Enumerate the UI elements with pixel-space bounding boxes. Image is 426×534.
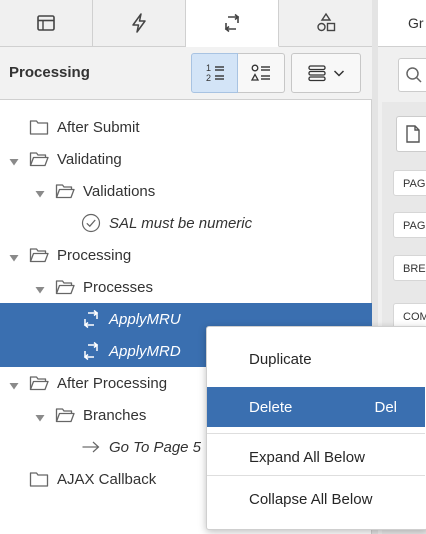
right-panel-tab-label: Gr [408,15,424,31]
view-toggle-group: 1 2 [191,53,285,93]
tree-node[interactable]: Processes [0,271,372,303]
process-icon [81,309,101,329]
menu-item-shortcut: Del [374,399,397,416]
tree-node[interactable]: After Submit [0,111,372,143]
folder-closed-icon [29,470,49,488]
search-icon [405,67,422,83]
menu-item-label: Delete [249,399,293,416]
menu-item-duplicate[interactable]: Duplicate [207,339,425,379]
expand-toggle-icon[interactable] [35,410,45,422]
tree-toolbar: Processing 1 2 [0,47,372,100]
expand-toggle-icon[interactable] [35,186,45,198]
panel-title: Processing [9,64,90,81]
view-by-component-type-button[interactable] [238,53,285,93]
menu-item-label: Collapse All Below [249,491,373,508]
component-list-icon [250,64,270,81]
gallery-item[interactable]: BRE [393,255,426,281]
right-panel-tab[interactable]: Gr [378,0,426,47]
right-panel-search-button[interactable] [398,58,426,92]
processing-arrows-icon [224,13,240,33]
tab-bar [0,0,372,47]
gallery-item[interactable]: PAG [393,170,426,196]
tab-rendering[interactable] [0,0,93,46]
folder-open-icon [29,150,49,168]
tree-node[interactable]: Validations [0,175,372,207]
tab-processing[interactable] [186,0,279,47]
expand-toggle-icon[interactable] [35,282,45,294]
process-icon [81,341,101,361]
folder-closed-icon [29,118,49,136]
folder-open-icon [29,374,49,392]
tab-shared-components[interactable] [279,0,372,46]
tree-node-label: Go To Page 5 [109,439,202,456]
context-menu: Duplicate Delete Del Expand All Below Collap… [206,326,426,530]
menu-separator [207,433,425,434]
menu-separator [207,475,425,476]
right-panel-document-button[interactable] [396,116,426,152]
view-by-processing-order-button[interactable]: 1 2 [191,53,238,93]
tree-node[interactable]: Processing [0,239,372,271]
tree-node-label: Validations [83,183,156,200]
chevron-down-icon [333,70,345,77]
tree-node[interactable]: Validating [0,143,372,175]
tree-node-label: Branches [83,407,147,424]
stack-menu-icon [308,65,326,82]
tree-menu-button[interactable] [291,53,361,93]
check-circle-icon [81,213,101,233]
arrow-right-icon [81,438,101,456]
expand-toggle-icon[interactable] [9,154,19,166]
tree-node-label: After Submit [57,119,140,136]
menu-item-delete[interactable]: Delete Del [207,387,425,427]
folder-open-icon [55,278,75,296]
tree-node-label: AJAX Callback [57,471,157,488]
expand-toggle-icon[interactable] [9,250,19,262]
tree-node-label: After Processing [57,375,168,392]
expand-toggle-icon[interactable] [9,378,19,390]
menu-item-collapse-all-below[interactable]: Collapse All Below [207,479,425,519]
tree-node[interactable]: SAL must be numeric [0,207,372,239]
tab-dynamic-actions[interactable] [93,0,186,46]
gallery-item[interactable]: PAG [393,212,426,238]
menu-item-expand-all-below[interactable]: Expand All Below [207,437,425,477]
tree-node-label: ApplyMRD [109,343,181,360]
tree-node-label: ApplyMRU [109,311,181,328]
svg-text:1: 1 [206,63,211,73]
tree-node-label: Validating [57,151,122,168]
numbered-list-icon: 1 2 [206,63,224,83]
tree-node-label: SAL must be numeric [109,215,253,232]
menu-item-label: Expand All Below [249,449,365,466]
table-icon [37,15,55,31]
tree-node-label: Processes [83,279,154,296]
shapes-icon [316,12,335,32]
folder-open-icon [55,406,75,424]
folder-open-icon [55,182,75,200]
document-icon [405,125,420,143]
folder-open-icon [29,246,49,264]
tree-node-label: Processing [57,247,132,264]
lightning-icon [132,13,146,33]
menu-item-label: Duplicate [249,351,312,368]
svg-text:2: 2 [206,73,211,83]
